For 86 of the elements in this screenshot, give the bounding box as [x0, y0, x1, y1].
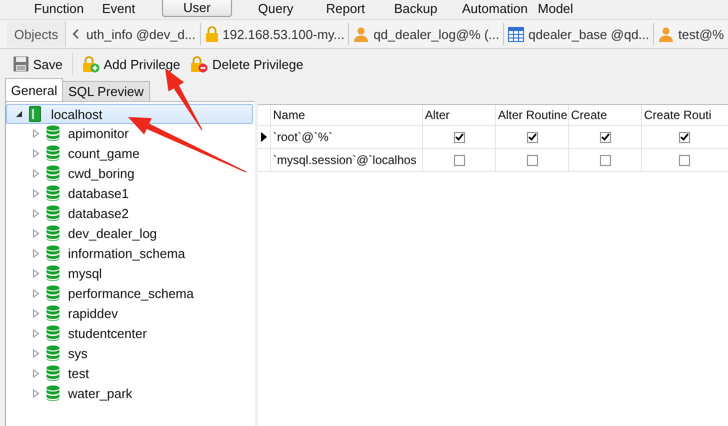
tree-item[interactable]: performance_schema — [6, 283, 253, 303]
lock-remove-icon — [190, 56, 208, 72]
tree-item[interactable]: water_park — [6, 383, 253, 403]
database-icon — [46, 145, 60, 161]
expand-icon[interactable] — [32, 368, 40, 378]
expand-icon[interactable] — [32, 228, 40, 238]
tree-item[interactable]: sys — [6, 343, 253, 363]
checkbox[interactable] — [454, 132, 464, 142]
expand-icon[interactable] — [32, 188, 40, 198]
server-icon — [29, 106, 41, 122]
database-icon — [46, 345, 60, 361]
database-icon — [46, 265, 60, 281]
expand-icon[interactable] — [32, 308, 40, 318]
expand-icon[interactable] — [32, 268, 40, 278]
tab[interactable]: SQL Preview — [62, 81, 150, 101]
menu-item[interactable]: Report — [316, 0, 384, 17]
tree-item[interactable]: mysql — [6, 263, 253, 283]
database-icon — [46, 125, 60, 141]
checkbox[interactable] — [526, 132, 538, 142]
expand-icon[interactable] — [32, 148, 40, 158]
column-header[interactable]: Alter — [423, 105, 496, 125]
tree-item[interactable]: cwd_boring — [6, 163, 253, 183]
save-icon — [13, 56, 29, 72]
menu-item[interactable]: Function — [24, 0, 92, 17]
tab[interactable]: 192.168.53.100-my... — [200, 23, 350, 45]
expand-icon[interactable] — [32, 128, 40, 138]
tree-item[interactable]: information_schema — [6, 243, 253, 263]
database-icon — [46, 385, 60, 401]
collapse-icon[interactable] — [15, 110, 23, 118]
user-icon — [353, 26, 370, 42]
menu-item[interactable]: Model — [528, 0, 596, 17]
lock-icon — [204, 26, 219, 42]
objects-tab[interactable]: Objects — [7, 21, 66, 47]
checkbox[interactable] — [600, 132, 610, 142]
checkbox[interactable] — [678, 154, 690, 166]
tab[interactable]: qd_dealer_log@% (... — [349, 23, 504, 45]
tree-item[interactable]: studentcenter — [6, 323, 253, 343]
tab[interactable]: test@% — [654, 23, 728, 45]
tree-item[interactable]: test — [6, 363, 253, 383]
tree-item[interactable]: localhost — [6, 104, 253, 124]
tree-item[interactable]: database2 — [6, 203, 253, 223]
scroll-left-icon[interactable] — [72, 28, 80, 40]
column-header[interactable]: Alter Routine — [496, 105, 569, 125]
expand-icon[interactable] — [32, 168, 40, 178]
database-icon — [46, 205, 60, 221]
user-icon — [658, 26, 674, 42]
column-header[interactable]: Create — [569, 105, 642, 125]
expand-icon[interactable] — [32, 208, 40, 218]
database-icon — [46, 245, 60, 261]
expand-icon[interactable] — [32, 388, 40, 398]
database-icon — [46, 325, 60, 341]
database-icon — [46, 225, 60, 241]
checkbox[interactable] — [526, 154, 538, 166]
expand-icon[interactable] — [32, 348, 40, 358]
database-icon — [46, 185, 60, 201]
checkbox[interactable] — [454, 154, 464, 166]
checkbox[interactable] — [678, 132, 690, 142]
menu-item[interactable]: Query — [248, 0, 316, 17]
tree-item[interactable]: dev_dealer_log — [6, 223, 253, 243]
database-icon — [46, 305, 60, 321]
database-icon — [46, 365, 60, 381]
lock-add-icon — [82, 56, 100, 72]
table-cell: `mysql.session`@`localhos — [271, 149, 423, 171]
delete-privilege-button[interactable]: Delete Privilege — [187, 54, 306, 74]
database-icon — [46, 165, 60, 181]
tree-item[interactable]: rapiddev — [6, 303, 253, 323]
save-button[interactable]: Save — [10, 54, 66, 74]
database-icon — [46, 285, 60, 301]
expand-icon[interactable] — [32, 288, 40, 298]
menu-item[interactable]: Backup — [384, 0, 452, 17]
tree-item[interactable]: apimonitor — [6, 123, 253, 143]
expand-icon[interactable] — [32, 248, 40, 258]
tab[interactable]: uth_info @dev_d... — [82, 23, 201, 45]
table-cell: `root`@`%` — [271, 126, 423, 148]
expand-icon[interactable] — [32, 328, 40, 338]
tab[interactable]: General — [5, 78, 64, 101]
menu-item[interactable]: Automation — [452, 0, 528, 17]
tab[interactable]: qdealer_base @qd... — [504, 23, 654, 45]
column-header[interactable]: Create Routi — [642, 105, 726, 125]
menu-item[interactable]: Event — [92, 0, 160, 17]
table-icon — [508, 26, 524, 42]
checkbox[interactable] — [600, 154, 610, 166]
menu-item[interactable]: User — [162, 0, 232, 17]
tree-item[interactable]: count_game — [6, 143, 253, 163]
tree-item[interactable]: database1 — [6, 183, 253, 203]
column-header[interactable]: Name — [271, 105, 423, 125]
